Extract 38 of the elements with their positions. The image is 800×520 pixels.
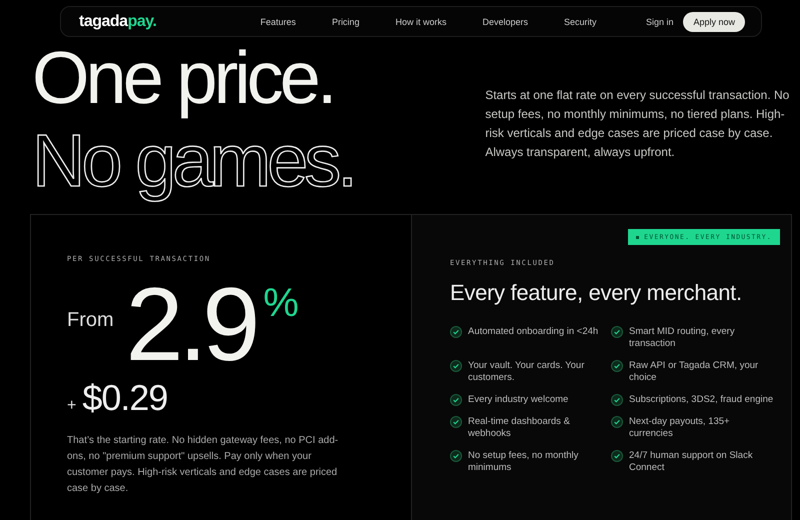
feature-text: Your vault. Your cards. Your customers. <box>468 360 586 384</box>
nav-link[interactable]: Developers <box>482 16 528 26</box>
check-icon <box>611 416 623 428</box>
feature-text: Raw API or Tagada CRM, your choice <box>629 360 760 384</box>
fee-value: $0.29 <box>82 377 168 419</box>
feature-text: Subscriptions, 3DS2, fraud engine <box>629 394 774 406</box>
nav-link[interactable]: Security <box>564 16 597 26</box>
check-icon <box>611 450 623 462</box>
nav-link[interactable]: Pricing <box>332 16 360 26</box>
feature-text: Automated onboarding in <24h <box>468 326 598 338</box>
check-icon <box>450 360 462 372</box>
feature-text: Smart MID routing, every transaction <box>629 326 736 350</box>
nav-link[interactable]: How it works <box>395 16 446 26</box>
check-icon <box>450 326 462 338</box>
check-icon <box>450 450 462 462</box>
price-note: That’s the starting rate. No hidden gateway fees, no PCI add-ons, no "premium support" upsells. Pay only when your customer pays. High-risk verticals and edge cases are priced case by case. <box>67 434 339 496</box>
percent-sign: % <box>263 281 299 326</box>
feature-text: Real-time dashboards & webhooks <box>468 416 571 440</box>
headline: One price. <box>32 36 334 119</box>
plus-sign: + <box>67 397 76 415</box>
check-icon <box>611 360 623 372</box>
apply-button[interactable]: Apply now <box>683 12 745 32</box>
feature-text: Every industry welcome <box>468 394 568 406</box>
nav-link[interactable]: Features <box>260 16 296 26</box>
feature-text: No setup fees, no monthly minimums <box>468 450 580 474</box>
sign-in-link[interactable]: Sign in <box>646 16 674 26</box>
feature-text: Next-day payouts, 135+ currencies <box>629 416 731 440</box>
intro-text: Starts at one flat rate on every successful transaction. No setup fees, no monthly minimums, no tiered plans. High-risk verticals and edge cases are priced case by case. Always transparent, always upfront. <box>485 87 790 161</box>
check-icon <box>450 394 462 406</box>
logo[interactable]: tagadapay. <box>79 12 156 30</box>
check-icon <box>611 326 623 338</box>
price-prefix: From <box>67 309 114 332</box>
check-icon <box>450 416 462 428</box>
rate-value: 2.9 <box>126 279 256 371</box>
headline: No games. <box>32 119 354 202</box>
feature-text: 24/7 human support on Slack Connect <box>629 450 754 474</box>
check-icon <box>611 394 623 406</box>
card-title: Every feature, every merchant. <box>450 280 742 306</box>
